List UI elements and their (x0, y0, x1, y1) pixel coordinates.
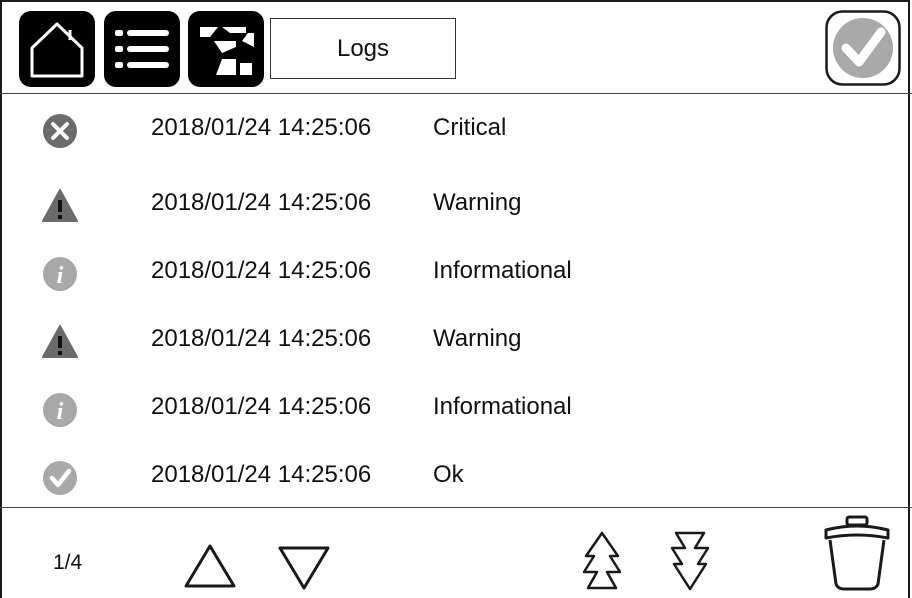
log-timestamp: 2018/01/24 14:25:06 (151, 393, 372, 420)
warning-triangle-icon (42, 325, 78, 358)
critical-x-icon (43, 114, 77, 148)
page-indicator: 1/4 (53, 551, 83, 574)
log-timestamp: 2018/01/24 14:25:06 (151, 461, 372, 488)
log-timestamp: 2018/01/24 14:25:06 (151, 257, 372, 284)
warning-triangle-icon (42, 189, 78, 222)
log-row[interactable]: 2018/01/24 14:25:06 Warning (0, 315, 912, 365)
log-row[interactable]: 2018/01/24 14:25:06 Warning (0, 179, 912, 229)
log-timestamp: 2018/01/24 14:25:06 (151, 189, 372, 216)
home-button[interactable] (19, 11, 95, 87)
log-row[interactable]: i 2018/01/24 14:25:06 Informational (0, 247, 912, 297)
scroll-down-icon[interactable] (276, 542, 332, 592)
header-bar: Logs (0, 0, 912, 94)
list-icon (115, 30, 169, 68)
status-ok-check-icon (825, 10, 901, 86)
log-severity: Ok (433, 461, 464, 488)
status-button[interactable] (825, 10, 901, 86)
log-severity: Critical (433, 114, 507, 141)
page-up-icon[interactable] (580, 530, 624, 592)
delete-trash-icon[interactable] (822, 514, 892, 592)
log-timestamp: 2018/01/24 14:25:06 (151, 114, 372, 141)
ok-check-icon (43, 461, 77, 495)
svg-text:i: i (57, 399, 64, 425)
scroll-up-icon[interactable] (182, 542, 238, 592)
log-severity: Informational (433, 393, 572, 420)
page-title: Logs (270, 18, 456, 79)
log-timestamp: 2018/01/24 14:25:06 (151, 325, 372, 352)
footer-bar: 1/4 (0, 507, 912, 598)
page-down-icon[interactable] (668, 530, 712, 592)
menu-button[interactable] (104, 11, 180, 87)
log-severity: Informational (433, 257, 572, 284)
log-row[interactable]: 2018/01/24 14:25:06 Ok (0, 451, 912, 501)
svg-text:i: i (57, 263, 64, 289)
event-log-icon (200, 27, 254, 75)
home-icon (30, 22, 84, 78)
log-severity: Warning (433, 325, 522, 352)
log-severity: Warning (433, 189, 522, 216)
event-log-button[interactable] (188, 11, 264, 87)
info-icon: i (43, 257, 77, 291)
log-row[interactable]: i 2018/01/24 14:25:06 Informational (0, 383, 912, 433)
log-row[interactable]: 2018/01/24 14:25:06 Critical (0, 104, 912, 154)
info-icon: i (43, 393, 77, 427)
